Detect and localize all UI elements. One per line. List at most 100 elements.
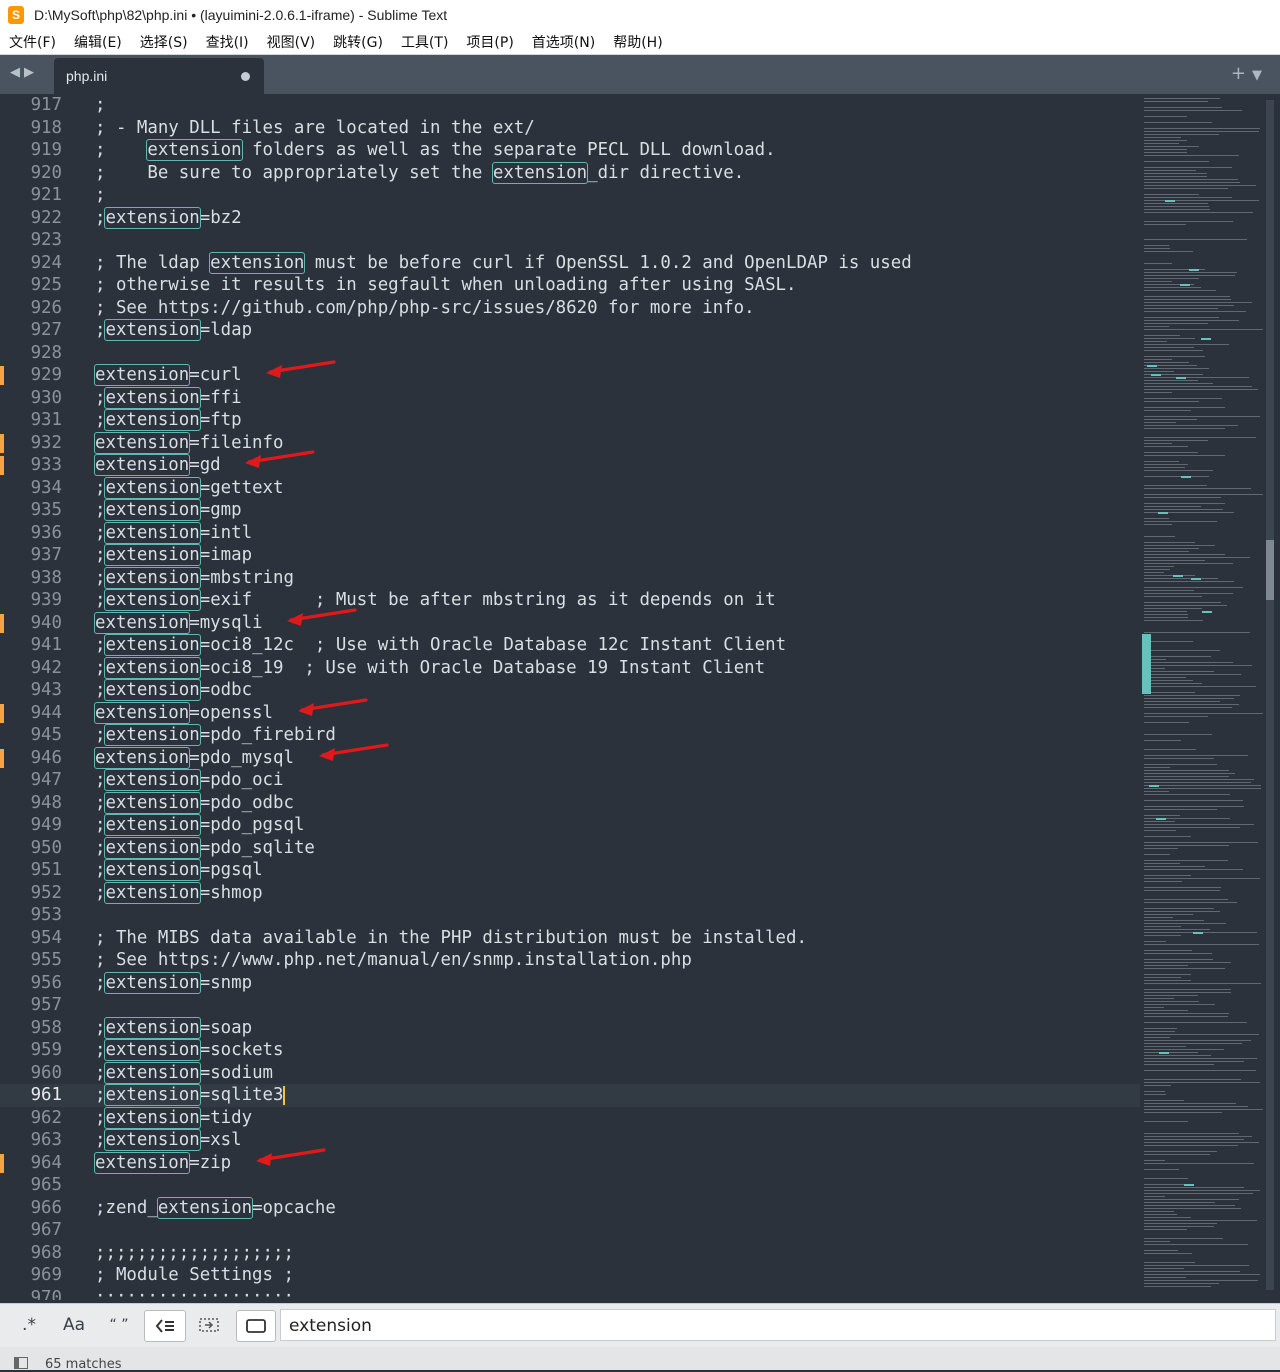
menu-file[interactable]: 文件(F): [0, 32, 65, 52]
code-line[interactable]: 939 ;extension=exif ; Must be after mbstr…: [0, 589, 1140, 612]
code-line[interactable]: 930 ;extension=ffi: [0, 386, 1140, 410]
code-line[interactable]: 958 ;extension=soap: [0, 1016, 1140, 1040]
code-line[interactable]: 970;;;;;;;;;;;;;;;;;;;: [0, 1287, 1140, 1301]
code-line[interactable]: 956 ;extension=snmp: [0, 971, 1140, 995]
code-editor[interactable]: 917; 918; - Many DLL files are located in…: [0, 94, 1140, 1300]
minimap-match: [1149, 785, 1159, 787]
code-line[interactable]: 966 ;zend_extension=opcache: [0, 1196, 1140, 1220]
code-line[interactable]: 935 ;extension=gmp: [0, 499, 1140, 522]
menu-edit[interactable]: 编辑(E): [65, 32, 131, 52]
code-line[interactable]: 961 ;extension=sqlite3: [0, 1084, 1140, 1107]
code-line[interactable]: 934 ;extension=gettext: [0, 476, 1140, 500]
regex-toggle[interactable]: .*: [12, 1310, 46, 1340]
minimap-line: [1144, 695, 1240, 696]
code-line[interactable]: 967: [0, 1219, 1140, 1242]
tab-php-ini[interactable]: php.ini: [54, 58, 264, 94]
code-line[interactable]: 931 ;extension=ftp: [0, 409, 1140, 432]
code-line[interactable]: 942 ;extension=oci8_19 ; Use with Oracle …: [0, 656, 1140, 680]
unsaved-dot-icon[interactable]: [241, 72, 250, 81]
in-selection-toggle[interactable]: [190, 1310, 228, 1340]
code-line[interactable]: 923: [0, 229, 1140, 252]
code-line[interactable]: 937 ;extension=imap: [0, 544, 1140, 567]
line-text: ;extension=xsl: [95, 1129, 242, 1151]
minimap-line: [1144, 542, 1195, 543]
code-line[interactable]: 946 extension=pdo_mysql: [0, 742, 1140, 770]
code-line[interactable]: 964 extension=zip: [0, 1147, 1140, 1175]
minimap-line: [1144, 941, 1166, 942]
menu-help[interactable]: 帮助(H): [604, 32, 671, 52]
menu-selection[interactable]: 选择(S): [131, 32, 197, 52]
code-line[interactable]: 929 extension=curl: [0, 360, 1140, 387]
minimap-line: [1144, 305, 1234, 306]
wrap-toggle[interactable]: [144, 1310, 186, 1342]
minimap-match: [1151, 374, 1161, 376]
new-tab-icon[interactable]: +: [1231, 63, 1252, 84]
code-line[interactable]: 952 ;extension=shmop: [0, 881, 1140, 905]
code-line[interactable]: 944 extension=openssl: [0, 697, 1140, 725]
code-line[interactable]: 919 ; extension folders as well as the se…: [0, 139, 1140, 162]
menu-goto[interactable]: 跳转(G): [324, 32, 392, 52]
code-line[interactable]: 965: [0, 1174, 1140, 1197]
line-number: 930: [30, 387, 62, 408]
code-line[interactable]: 928: [0, 342, 1140, 365]
forward-arrow-icon[interactable]: ▶: [24, 65, 38, 80]
code-line[interactable]: 932 extension=fileinfo: [0, 431, 1140, 455]
scrollbar-track[interactable]: [1266, 100, 1274, 1290]
minimap-line: [1144, 536, 1175, 537]
highlight-matches-toggle[interactable]: [236, 1310, 276, 1342]
code-line[interactable]: 922 ;extension=bz2: [0, 206, 1140, 230]
code-line[interactable]: 927 ;extension=ldap: [0, 319, 1140, 342]
case-sensitive-toggle[interactable]: Aa: [56, 1310, 92, 1340]
tab-list-dropdown-icon[interactable]: ▼: [1252, 68, 1268, 83]
code-line[interactable]: 948 ;extension=pdo_odbc: [0, 791, 1140, 815]
code-line[interactable]: 945 ;extension=pdo_firebird: [0, 724, 1140, 747]
menu-find[interactable]: 查找(I): [197, 32, 258, 52]
code-line[interactable]: 924 ; The ldap extension must be before c…: [0, 251, 1140, 275]
code-line[interactable]: 953: [0, 904, 1140, 927]
code-line[interactable]: 962 ;extension=tidy: [0, 1106, 1140, 1130]
code-line[interactable]: 918 ; - Many DLL files are located in the…: [0, 117, 1140, 140]
code-line[interactable]: 963 ;extension=xsl: [0, 1129, 1140, 1152]
whole-word-toggle[interactable]: “ ”: [100, 1310, 138, 1340]
code-line[interactable]: 947 ;extension=pdo_oci: [0, 769, 1140, 792]
menu-tools[interactable]: 工具(T): [392, 32, 457, 52]
code-line[interactable]: 951 ;extension=pgsql: [0, 859, 1140, 882]
find-input[interactable]: extension: [280, 1309, 1276, 1341]
code-line[interactable]: 959 ;extension=sockets: [0, 1039, 1140, 1062]
code-line[interactable]: 955 ; See https://www.php.net/manual/en/s…: [0, 949, 1140, 972]
line-number: 929: [30, 365, 62, 385]
minimap-line: [1144, 398, 1222, 399]
minimap-line: [1144, 1220, 1257, 1221]
minimap-line: [1144, 287, 1201, 288]
minimap-line: [1144, 383, 1213, 384]
menu-project[interactable]: 项目(P): [457, 32, 522, 52]
code-line[interactable]: 925 ; otherwise it results in segfault wh…: [0, 274, 1140, 297]
code-line[interactable]: 933 extension=gd: [0, 450, 1140, 477]
code-line[interactable]: 960 ;extension=sodium: [0, 1061, 1140, 1085]
code-line[interactable]: 940 extension=mysqli: [0, 607, 1140, 635]
code-line[interactable]: 926 ; See https://github.com/php/php-src/…: [0, 297, 1140, 320]
code-line[interactable]: 969 ; Module Settings ;: [0, 1264, 1140, 1287]
code-line[interactable]: 957: [0, 994, 1140, 1017]
code-line[interactable]: 954 ; The MIBS data available in the PHP …: [0, 927, 1140, 950]
minimap-line: [1144, 602, 1221, 603]
back-arrow-icon[interactable]: ◀: [10, 65, 24, 80]
code-line[interactable]: 949 ;extension=pdo_pgsql: [0, 814, 1140, 837]
code-line[interactable]: 938 ;extension=mbstring: [0, 566, 1140, 590]
menu-view[interactable]: 视图(V): [258, 32, 325, 52]
line-text: ;extension=bz2: [95, 206, 242, 229]
minimap[interactable]: [1140, 94, 1280, 1300]
code-line[interactable]: 941 ;extension=oci8_12c ; Use with Oracle…: [0, 634, 1140, 657]
panel-toggle-icon[interactable]: [14, 1357, 28, 1369]
code-line[interactable]: 920 ; Be sure to appropriately set the ex…: [0, 161, 1140, 185]
scrollbar-thumb[interactable]: [1266, 540, 1274, 600]
code-line[interactable]: 968;;;;;;;;;;;;;;;;;;;: [0, 1242, 1140, 1265]
code-line[interactable]: 936 ;extension=intl: [0, 521, 1140, 545]
code-line[interactable]: 917;: [0, 94, 1140, 117]
code-line[interactable]: 943 ;extension=odbc: [0, 679, 1140, 702]
minimap-line: [1144, 467, 1185, 468]
code-line[interactable]: 950 ;extension=pdo_sqlite: [0, 836, 1140, 860]
minimap-line: [1144, 1094, 1166, 1095]
code-line[interactable]: 921;: [0, 184, 1140, 207]
menu-preferences[interactable]: 首选项(N): [523, 32, 604, 52]
